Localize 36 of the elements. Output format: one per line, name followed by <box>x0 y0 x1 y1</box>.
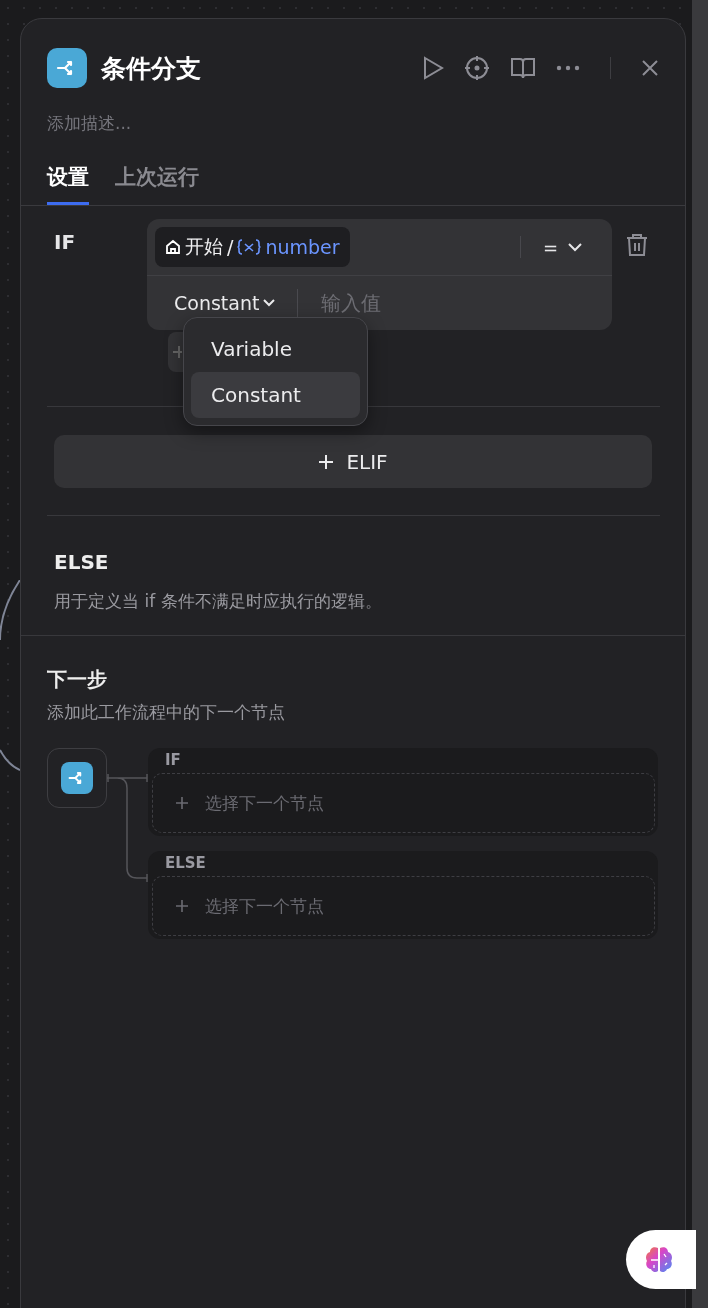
next-step-subtitle: 添加此工作流程中的下一个节点 <box>47 701 286 724</box>
crosshair-icon[interactable] <box>464 55 490 81</box>
branch-label: ELSE <box>164 854 207 874</box>
menu-item[interactable]: Variable <box>191 326 360 372</box>
tab[interactable]: 上次运行 <box>115 163 199 205</box>
plus-icon <box>172 345 182 359</box>
plus-icon <box>318 453 335 470</box>
book-icon[interactable] <box>510 56 536 80</box>
branch-label: IF <box>164 751 182 771</box>
play-icon[interactable] <box>422 56 444 80</box>
close-icon[interactable] <box>641 59 659 77</box>
value-type-select[interactable]: Constant <box>174 292 276 314</box>
node-name: 开始 <box>185 234 223 259</box>
variable-icon <box>237 238 262 256</box>
branch-icon <box>47 48 87 88</box>
if-label: IF <box>54 229 77 256</box>
more-icon[interactable] <box>556 65 580 71</box>
scrollbar[interactable] <box>692 0 708 1308</box>
chevron-down-icon <box>568 242 582 252</box>
home-icon <box>165 239 181 255</box>
variable-name: number <box>265 236 340 258</box>
next-step-title: 下一步 <box>47 666 108 693</box>
else-description: 用于定义当 if 条件不满足时应执行的逻辑。 <box>54 590 383 613</box>
tab[interactable]: 设置 <box>47 163 89 205</box>
chevron-down-icon <box>263 299 276 307</box>
else-title: ELSE <box>54 550 110 574</box>
assistant-button[interactable] <box>626 1230 696 1289</box>
plus-icon <box>175 899 189 913</box>
menu-item[interactable]: Constant <box>191 372 360 418</box>
branch-icon <box>61 762 93 794</box>
variable-chip[interactable]: 开始 / number <box>155 227 350 267</box>
operator-select[interactable]: = <box>519 236 604 258</box>
plus-icon <box>175 796 189 810</box>
panel-title: 条件分支 <box>101 52 202 85</box>
path-separator: / <box>227 236 234 258</box>
add-elif-button[interactable]: ELIF <box>54 435 652 488</box>
